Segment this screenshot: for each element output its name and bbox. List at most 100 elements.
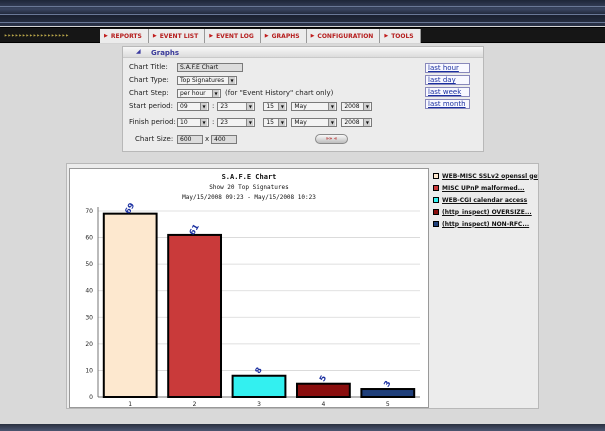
x-tick-label: 4 <box>321 401 325 407</box>
finish-day-value: 15 <box>266 118 274 126</box>
chart-step-hint: (for "Event History" chart only) <box>225 89 334 97</box>
chart-type-select[interactable]: Top Signatures ▼ <box>177 75 237 85</box>
finish-hour-select[interactable]: 10 ▼ <box>177 117 209 127</box>
legend-item[interactable]: MISC UPnP malformed... <box>433 182 538 194</box>
chart-subtitle: Show 20 Top Signatures <box>209 184 289 191</box>
finish-year-select[interactable]: 2008 ▼ <box>341 117 373 127</box>
y-tick-label: 70 <box>85 208 93 215</box>
link-last-hour[interactable]: last hour <box>425 63 470 73</box>
legend-item[interactable]: WEB-CGI calendar access <box>433 194 538 206</box>
chart-range: May/15/2008 09:23 - May/15/2008 10:23 <box>182 194 316 201</box>
chart-area: S.A.F.E Chart Show 20 Top Signatures May… <box>69 168 429 408</box>
y-tick-label: 30 <box>85 314 93 321</box>
legend-label: WEB-MISC SSLv2 openssl get... <box>442 172 538 180</box>
finish-period-row: Finish period: 10 ▼ : 23 ▼ 15 ▼ May ▼ 2008 ▼ <box>129 117 373 127</box>
dropdown-arrow-icon: ▼ <box>200 102 207 110</box>
finish-period-label: Finish period: <box>129 118 176 126</box>
chart-title-row: Chart Title: S.A.F.E Chart <box>129 62 243 72</box>
y-tick-label: 0 <box>89 394 93 401</box>
chart-title: S.A.F.E Chart <box>222 173 277 181</box>
nav-tabs: ▶ REPORTS ▶ EVENT LIST ▶ EVENT LOG ▶ GRA… <box>100 28 421 44</box>
chart-size-row: Chart Size: 600 x 400 <box>135 134 238 144</box>
tab-graphs[interactable]: ▶ GRAPHS <box>260 29 307 43</box>
start-day-select[interactable]: 15 ▼ <box>263 101 288 111</box>
link-last-month[interactable]: last month <box>425 99 470 109</box>
legend-label: WEB-CGI calendar access <box>442 196 528 204</box>
finish-month-select[interactable]: May ▼ <box>291 117 338 127</box>
tab-reports[interactable]: ▶ REPORTS <box>100 29 149 43</box>
y-tick-label: 60 <box>85 235 93 242</box>
chart-type-value: Top Signatures <box>180 76 225 84</box>
chart-type-label: Chart Type: <box>129 76 169 84</box>
chart-type-row: Chart Type: Top Signatures ▼ <box>129 75 237 85</box>
quick-links: last hour last day last week last month <box>425 63 470 111</box>
legend-item[interactable]: WEB-MISC SSLv2 openssl get... <box>433 170 538 182</box>
arrow-right-icon: ▶ <box>104 33 108 39</box>
collapse-caret-icon[interactable]: ◢ <box>136 48 141 55</box>
tab-event-list[interactable]: ▶ EVENT LIST <box>148 29 206 43</box>
start-year-select[interactable]: 2008 ▼ <box>341 101 373 111</box>
arrow-right-icon: ▶ <box>152 33 157 39</box>
x-tick-label: 3 <box>257 401 261 407</box>
time-separator: : <box>212 102 215 110</box>
arrow-right-icon: ▶ <box>209 33 214 39</box>
dropdown-arrow-icon: ▼ <box>328 118 336 126</box>
finish-day-select[interactable]: 15 ▼ <box>263 117 288 127</box>
tab-event-log[interactable]: ▶ EVENT LOG <box>205 29 261 43</box>
chart-step-value: per hour <box>180 89 206 97</box>
finish-month-value: May <box>294 118 307 126</box>
dropdown-arrow-icon: ▼ <box>228 76 235 84</box>
start-period-row: Start period: 09 ▼ : 23 ▼ 15 ▼ May ▼ 2008 ▼ <box>129 101 373 111</box>
bar <box>167 233 223 398</box>
finish-minute-value: 23 <box>220 118 228 126</box>
data-label: 5 <box>318 373 329 383</box>
legend-item[interactable]: (http_inspect) OVERSIZE... <box>433 206 538 218</box>
data-label: 3 <box>382 379 393 388</box>
data-label: 8 <box>253 365 264 375</box>
link-last-day[interactable]: last day <box>425 75 470 85</box>
chart-title-input[interactable]: S.A.F.E Chart <box>177 62 243 72</box>
panel-header[interactable]: ◢ Graphs <box>123 47 483 58</box>
banner-stripe <box>0 6 605 7</box>
x-tick-label: 2 <box>193 401 197 407</box>
x-tick-label: 5 <box>386 401 390 407</box>
legend-swatch <box>433 185 439 191</box>
arrow-right-icon: ▶ <box>310 33 315 39</box>
bar-chart: S.A.F.E Chart Show 20 Top Signatures May… <box>85 173 420 407</box>
tab-configuration-label: CONFIGURATION <box>317 32 374 40</box>
tab-tools[interactable]: ▶ TOOLS <box>380 29 421 43</box>
graphs-panel: ◢ Graphs Chart Title: S.A.F.E Chart Char… <box>122 46 484 152</box>
panel-title: Graphs <box>151 49 180 57</box>
chart-step-select[interactable]: per hour ▼ <box>177 88 221 98</box>
link-last-week[interactable]: last week <box>425 87 470 97</box>
chart-size-label: Chart Size: <box>135 135 174 143</box>
generate-chart-button[interactable]: »» « <box>315 134 348 144</box>
start-day-value: 15 <box>266 102 274 110</box>
bar <box>231 374 287 399</box>
tab-reports-label: REPORTS <box>110 32 142 40</box>
y-tick-label: 50 <box>85 261 93 268</box>
chart-height-input[interactable]: 400 <box>211 134 238 144</box>
start-year-value: 2008 <box>344 102 360 110</box>
tab-configuration[interactable]: ▶ CONFIGURATION <box>306 29 381 43</box>
finish-hour-value: 10 <box>180 118 188 126</box>
time-separator: : <box>212 118 215 126</box>
dropdown-arrow-icon: ▼ <box>246 118 254 126</box>
start-period-label: Start period: <box>129 102 173 110</box>
dropdown-arrow-icon: ▼ <box>328 102 336 110</box>
x-tick-label: 1 <box>128 401 132 407</box>
start-hour-select[interactable]: 09 ▼ <box>177 101 209 111</box>
nav-dots: ▸▸▸▸▸▸▸▸▸▸▸▸▸▸▸▸▸▸ <box>4 32 70 39</box>
start-minute-select[interactable]: 23 ▼ <box>217 101 256 111</box>
start-month-select[interactable]: May ▼ <box>291 101 338 111</box>
tab-tools-label: TOOLS <box>391 32 414 40</box>
dropdown-arrow-icon: ▼ <box>246 102 254 110</box>
chart-width-input[interactable]: 600 <box>177 134 203 144</box>
legend-swatch <box>433 221 439 227</box>
legend-swatch <box>433 173 439 179</box>
finish-year-value: 2008 <box>344 118 360 126</box>
finish-minute-select[interactable]: 23 ▼ <box>217 117 256 127</box>
legend-swatch <box>433 197 439 203</box>
tab-graphs-label: GRAPHS <box>271 32 300 40</box>
legend-item[interactable]: (http_inspect) NON-RFC... <box>433 218 538 230</box>
